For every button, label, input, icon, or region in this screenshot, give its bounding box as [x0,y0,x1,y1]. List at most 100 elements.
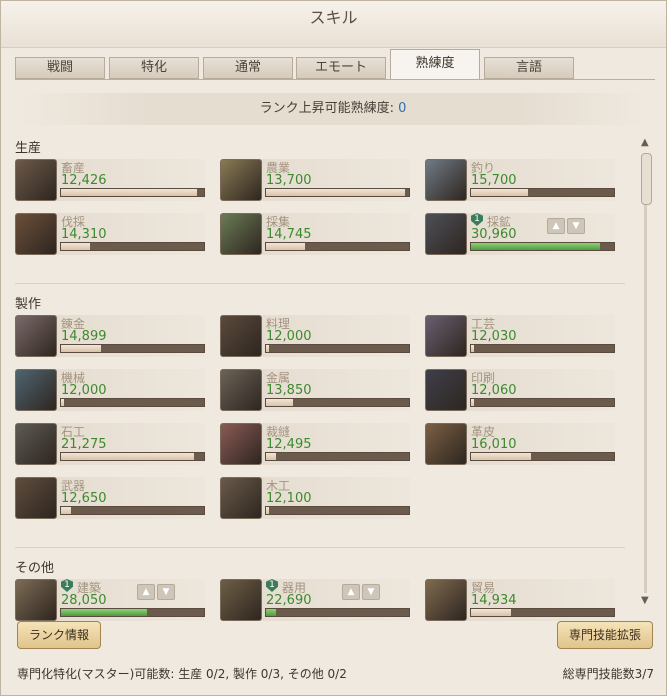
construction-icon [15,579,57,621]
rank-info-button[interactable]: ランク情報 [17,621,101,649]
skill-item[interactable]: 革皮 16,010 [425,423,615,465]
arrow-up-icon[interactable]: ▲ [342,584,360,600]
tab-2[interactable]: 通常 [203,57,293,79]
skill-item[interactable]: 裁縫 12,495 [220,423,410,465]
weaponry-icon [15,477,57,519]
skill-item[interactable]: 工芸 12,030 [425,315,615,357]
skill-progress-fill [471,345,474,352]
skill-value: 14,934 [471,593,517,608]
skill-item[interactable]: 錬金 14,899 [15,315,205,357]
gathering-icon [220,213,262,255]
skill-progress-bar [265,398,410,407]
skill-progress-fill [471,609,511,616]
skill-value: 14,745 [266,227,312,242]
skill-progress-fill [266,609,276,616]
skill-item[interactable]: 採集 14,745 [220,213,410,255]
arrow-down-icon[interactable]: ▼ [157,584,175,600]
skill-value: 28,050 [61,593,107,608]
skill-progress-fill [471,453,531,460]
skill-progress-bar [470,398,615,407]
mining-icon [425,213,467,255]
skill-progress-fill [266,507,269,514]
skill-value: 12,100 [266,491,312,506]
section-title: その他 [15,561,55,576]
skill-item[interactable]: 石工 21,275 [15,423,205,465]
skill-value: 13,700 [266,173,312,188]
skill-progress-fill [266,453,276,460]
skill-value: 12,650 [61,491,107,506]
rank-arrows: ▲ ▼ [545,213,585,234]
skill-item[interactable]: 畜産 12,426 [15,159,205,201]
skill-value: 12,030 [471,329,517,344]
scroll-thumb[interactable] [641,153,652,205]
skill-progress-bar [60,452,205,461]
skill-value: 12,060 [471,383,517,398]
skill-progress-bar [470,344,615,353]
machinery-icon [15,369,57,411]
skill-item[interactable]: 印刷 12,060 [425,369,615,411]
fishing-icon [425,159,467,201]
skill-value: 22,690 [266,593,312,608]
skill-item[interactable]: 木工 12,100 [220,477,410,519]
skill-progress-fill [61,453,194,460]
scroll-up-icon[interactable]: ▲ [641,137,649,148]
skill-progress-bar [265,344,410,353]
skill-item[interactable]: 武器 12,650 [15,477,205,519]
arrow-up-icon[interactable]: ▲ [547,218,565,234]
title-bar[interactable]: スキル [1,1,666,48]
tab-0[interactable]: 戦闘 [15,57,105,79]
skill-progress-bar [60,398,205,407]
rank-arrows: ▲ ▼ [340,579,380,600]
arrow-down-icon[interactable]: ▼ [567,218,585,234]
skill-value: 12,495 [266,437,312,452]
skill-progress-bar [60,344,205,353]
arrow-up-icon[interactable]: ▲ [137,584,155,600]
skill-value: 16,010 [471,437,517,452]
tab-5[interactable]: 言語 [484,57,574,79]
skill-item[interactable]: 1 器用 22,690 ▲ ▼ [220,579,410,621]
scroll-down-icon[interactable]: ▼ [641,595,649,606]
printing-icon [425,369,467,411]
tab-4[interactable]: 熟練度 [390,49,480,80]
tab-bar: 戦闘 特化 通常 エモート 熟練度 言語 [15,49,655,80]
skill-item[interactable]: 釣り 15,700 [425,159,615,201]
arrow-down-icon[interactable]: ▼ [362,584,380,600]
leatherwork-icon [425,423,467,465]
rank-points-bar: ランク上昇可能熟練度: 0 [21,93,645,125]
skill-value: 21,275 [61,437,107,452]
tab-1[interactable]: 特化 [109,57,199,79]
skill-item[interactable]: 機械 12,000 [15,369,205,411]
skill-progress-bar [265,608,410,617]
skill-value: 14,310 [61,227,107,242]
expand-skills-button[interactable]: 専門技能拡張 [557,621,653,649]
skill-progress-bar [60,242,205,251]
skill-progress-fill [471,399,474,406]
skill-progress-fill [61,345,101,352]
skill-item[interactable]: 農業 13,700 [220,159,410,201]
skill-progress-fill [266,189,405,196]
skill-item[interactable]: 金属 13,850 [220,369,410,411]
section-title: 製作 [15,297,42,312]
skill-progress-fill [266,399,293,406]
handicraft-icon [425,315,467,357]
skill-item[interactable]: 貿易 14,934 [425,579,615,621]
skill-window: スキル 戦闘 特化 通常 エモート 熟練度 言語 ランク上昇可能熟練度: 0 生産 畜産 12… [0,0,667,696]
scrollbar[interactable]: ▲ ▼ [639,137,653,607]
cooking-icon [220,315,262,357]
logging-icon [15,213,57,255]
dexterity-icon [220,579,262,621]
carpentry-icon [220,477,262,519]
metalwork-icon [220,369,262,411]
tab-3[interactable]: エモート [296,57,386,79]
scroll-track[interactable] [644,153,647,593]
skill-item[interactable]: 料理 12,000 [220,315,410,357]
skill-value: 12,000 [61,383,107,398]
skill-item[interactable]: 1 建築 28,050 ▲ ▼ [15,579,205,621]
window-title: スキル [309,8,358,27]
skill-value: 15,700 [471,173,517,188]
skill-item[interactable]: 伐採 14,310 [15,213,205,255]
total-skills-count: 総専門技能数3/7 [562,667,654,681]
trade-icon [425,579,467,621]
alchemy-icon [15,315,57,357]
skill-item[interactable]: 1 採鉱 30,960 ▲ ▼ [425,213,615,255]
